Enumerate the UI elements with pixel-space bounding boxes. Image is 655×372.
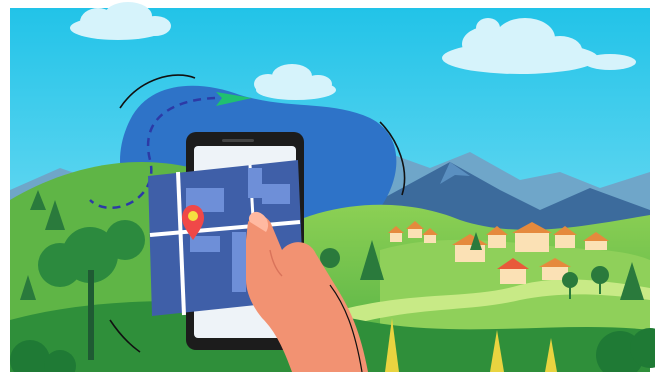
illustration [10, 2, 655, 372]
cloud-left [70, 2, 171, 40]
